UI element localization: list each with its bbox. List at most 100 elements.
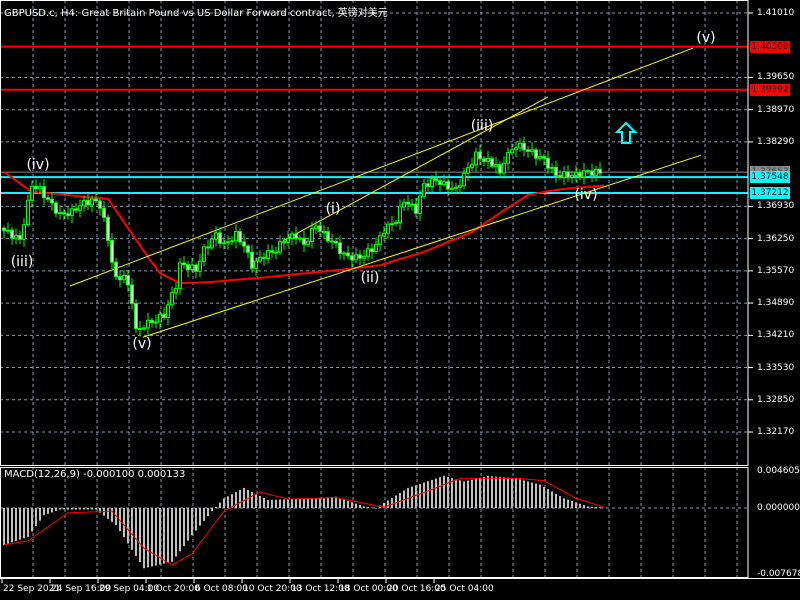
candle xyxy=(42,179,46,205)
candle-body xyxy=(510,149,514,154)
macd-histogram-bar xyxy=(351,502,353,508)
macd-histogram-bar xyxy=(147,508,149,568)
candle-body xyxy=(342,252,346,255)
candle-body xyxy=(470,164,474,169)
candle-body xyxy=(594,168,598,176)
candle-body xyxy=(478,151,482,160)
macd-histogram-bar xyxy=(55,508,57,512)
macd-histogram-bar xyxy=(23,508,25,539)
candle xyxy=(442,174,446,187)
candle-body xyxy=(162,313,166,319)
candle xyxy=(118,269,122,288)
candle-body xyxy=(494,164,498,167)
candle-body xyxy=(370,248,374,253)
candle-body xyxy=(122,275,126,281)
candle xyxy=(250,244,254,273)
candle-body xyxy=(502,162,506,174)
candle-body xyxy=(422,183,426,197)
candle xyxy=(214,226,218,247)
macd-histogram-bar xyxy=(595,506,597,508)
candle-body xyxy=(378,235,382,245)
candle-body xyxy=(110,239,114,263)
macd-histogram-bar xyxy=(83,508,85,510)
candle xyxy=(522,136,526,157)
candle xyxy=(22,218,26,247)
candle-body xyxy=(246,245,250,253)
candle xyxy=(202,243,206,267)
candle-body xyxy=(106,216,110,241)
macd-histogram-bar xyxy=(347,500,349,508)
macd-histogram-bar xyxy=(279,499,281,508)
candle-body xyxy=(46,197,50,200)
candle xyxy=(434,171,438,186)
macd-histogram-bar xyxy=(395,495,397,508)
candle xyxy=(218,227,222,248)
candle-body xyxy=(202,246,206,262)
wave-label: (iii) xyxy=(10,254,34,270)
candle-body xyxy=(282,241,286,244)
price-chart[interactable] xyxy=(0,0,800,600)
macd-histogram-bar xyxy=(223,498,225,508)
price-tick-label: 1.38290 xyxy=(757,136,795,147)
candle xyxy=(10,226,14,245)
candle-body xyxy=(306,240,310,245)
price-tick-label: 1.34210 xyxy=(757,330,795,341)
candle-body xyxy=(54,202,58,214)
candle-body xyxy=(290,233,294,240)
candle-body xyxy=(538,156,542,159)
candle-body xyxy=(2,227,6,231)
macd-histogram-bar xyxy=(535,483,537,508)
price-tick-label: 1.41010 xyxy=(757,8,795,18)
candle xyxy=(374,237,378,254)
candle-body xyxy=(70,208,74,217)
candle-body xyxy=(598,168,602,174)
macd-histogram-bar xyxy=(499,476,501,508)
candle-body xyxy=(334,240,338,244)
candle xyxy=(86,193,90,210)
candle xyxy=(526,145,530,158)
macd-histogram-bar xyxy=(67,508,69,510)
candle xyxy=(138,321,142,337)
candle xyxy=(570,170,574,184)
candle-body xyxy=(78,205,82,211)
macd-histogram-bar xyxy=(91,508,93,510)
candle-body xyxy=(62,212,66,215)
candle-body xyxy=(190,264,194,271)
candle-body xyxy=(582,170,586,178)
candle-body xyxy=(274,251,278,254)
candle xyxy=(78,199,82,218)
macd-histogram-bar xyxy=(495,476,497,508)
wave-label: (v) xyxy=(696,30,716,46)
candle xyxy=(562,165,566,185)
candle-body xyxy=(314,225,318,230)
macd-histogram-bar xyxy=(307,498,309,508)
candle-body xyxy=(178,262,182,289)
candle xyxy=(586,168,590,175)
candle xyxy=(558,169,562,180)
macd-histogram-bar xyxy=(43,508,45,516)
macd-histogram-bar xyxy=(387,500,389,508)
candle xyxy=(294,226,298,245)
macd-histogram-bar xyxy=(319,497,321,508)
macd-histogram-bar xyxy=(467,480,469,508)
macd-histogram-bar xyxy=(487,475,489,508)
candle xyxy=(530,142,534,156)
candle xyxy=(182,256,186,269)
candle-body xyxy=(498,164,502,174)
candle-body xyxy=(558,174,562,178)
macd-histogram-bar xyxy=(127,508,129,544)
macd-histogram-bar xyxy=(475,478,477,508)
candle xyxy=(322,225,326,239)
candle xyxy=(170,286,174,309)
candle xyxy=(230,236,234,246)
candle-body xyxy=(126,275,130,286)
macd-histogram-bar xyxy=(275,499,277,508)
candle xyxy=(226,235,230,250)
candle-body xyxy=(6,229,10,232)
candle-body xyxy=(578,171,582,178)
macd-histogram-bar xyxy=(355,503,357,508)
macd-histogram-bar xyxy=(459,480,461,508)
price-tick-label: 1.33530 xyxy=(757,362,795,373)
chart-window[interactable]: GBPUSD.c, H4: Great Britain Pound vs US … xyxy=(0,0,800,600)
price-tick-label: 1.39650 xyxy=(757,72,795,83)
